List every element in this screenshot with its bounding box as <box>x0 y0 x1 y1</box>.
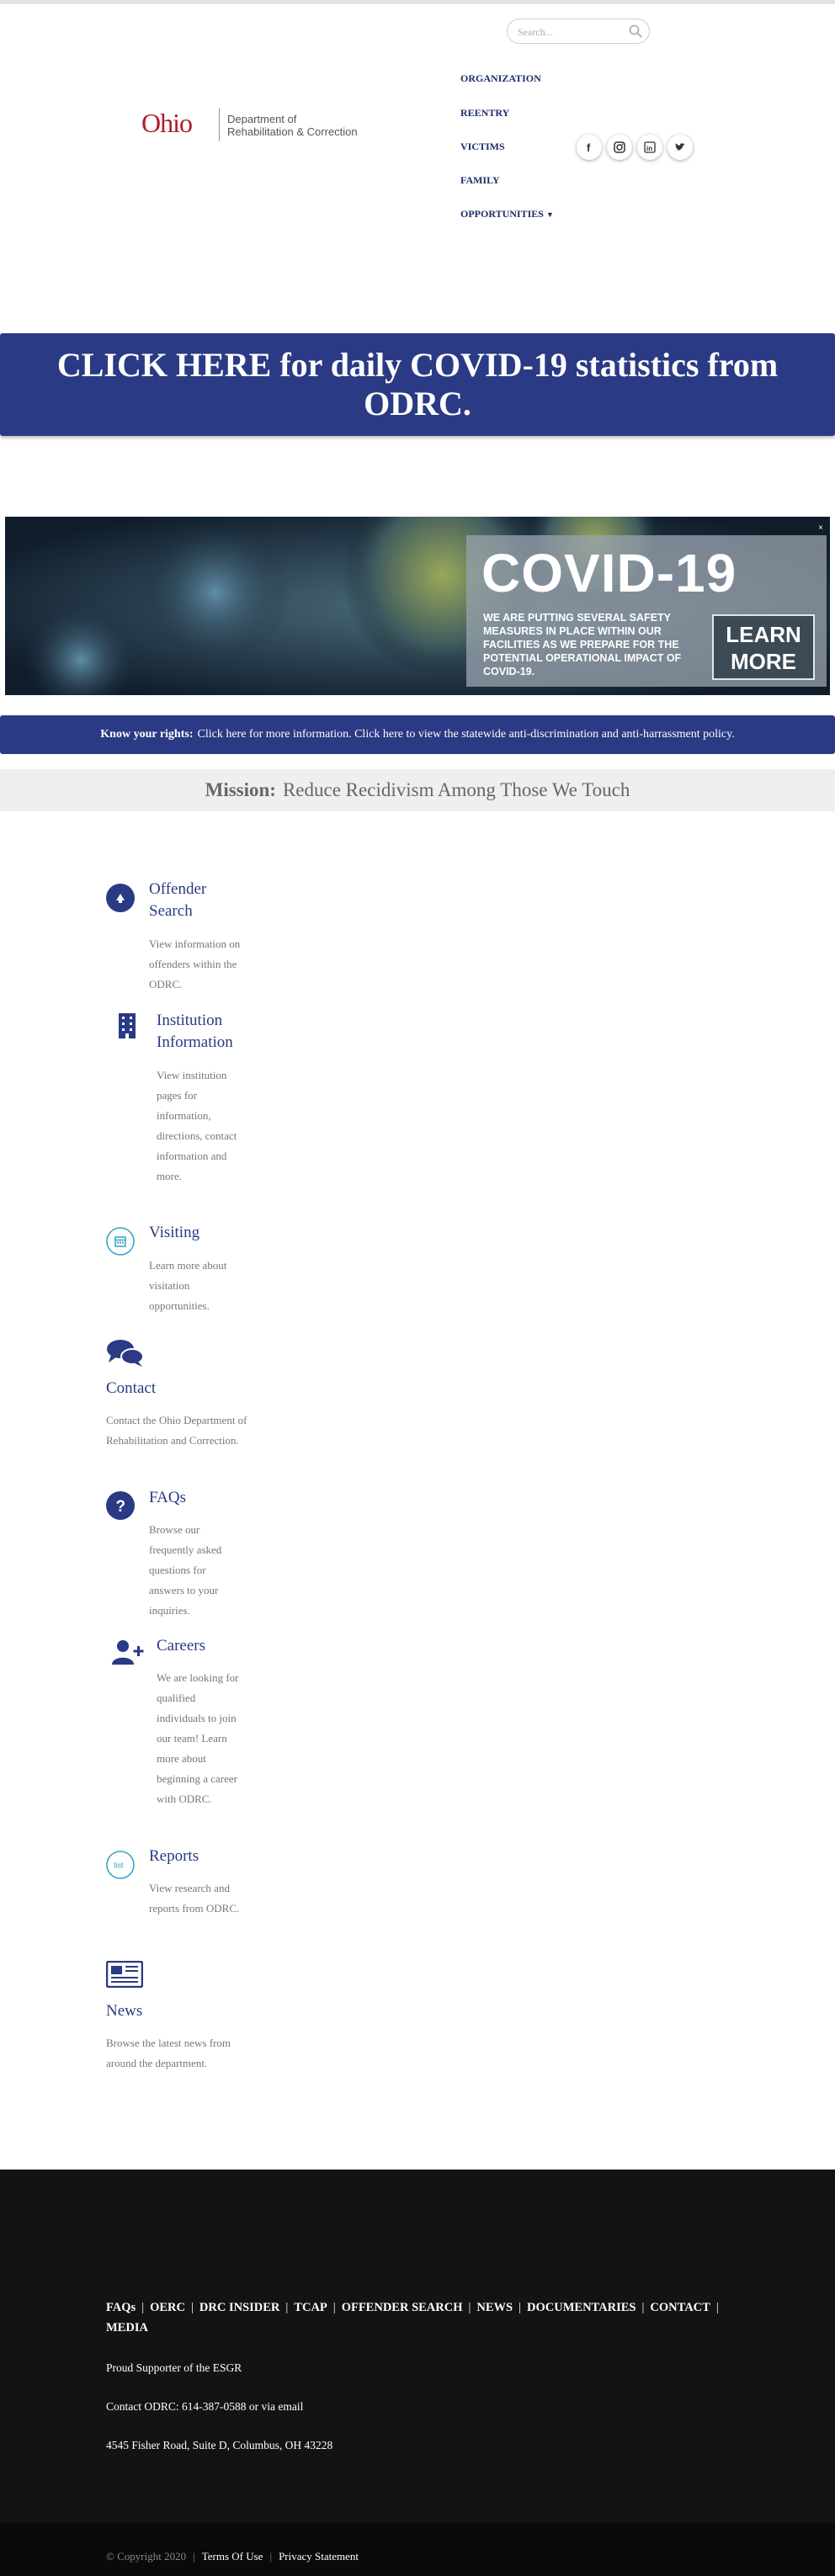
service-description: Learn more about visitation opportunitie… <box>149 1259 227 1312</box>
service-title[interactable]: News <box>106 2000 199 2022</box>
footer-link-offender-search[interactable]: OFFENDER SEARCH <box>342 2301 463 2314</box>
nav-item-victims[interactable]: VICTIMS <box>460 141 505 153</box>
instagram-button[interactable] <box>607 135 632 160</box>
ohio-wordmark: Ohio <box>141 108 193 138</box>
service-title[interactable]: FAQs <box>149 1487 242 1509</box>
separator: | <box>269 2550 273 2563</box>
copyright-line: © Copyright 2020 | Terms Of Use | Privacy St… <box>106 2550 359 2563</box>
calendar-icon <box>106 1227 135 1256</box>
department-name-line2: Rehabilitation & Correction <box>227 125 358 138</box>
service-title[interactable]: Reports <box>149 1846 242 1867</box>
privacy-link[interactable]: Privacy Statement <box>279 2550 359 2563</box>
site-footer: FAQs | OERC | DRC INSIDER | TCAP | OFFENDER SEAR… <box>0 2170 835 2523</box>
service-title[interactable]: Institution Information <box>157 1010 249 1054</box>
footer-link-drc-insider[interactable]: DRC INSIDER <box>199 2301 279 2314</box>
footer-link-news[interactable]: NEWS <box>476 2301 513 2314</box>
svg-text:?: ? <box>116 1498 126 1516</box>
instagram-icon <box>614 141 625 153</box>
service-title[interactable]: Careers <box>157 1635 249 1657</box>
covid-hero-slide[interactable]: COVID-19 WE ARE PUTTING SEVERAL SAFETY M… <box>5 517 830 695</box>
footer-link-documentaries[interactable]: DOCUMENTARIES <box>527 2301 636 2314</box>
list-icon: list <box>106 1851 135 1879</box>
linkedin-button[interactable]: in <box>637 135 662 160</box>
service-description: We are looking for qualified individuals… <box>157 1671 239 1805</box>
separator: | <box>141 2301 145 2314</box>
search-input[interactable] <box>516 24 629 40</box>
footer-esgr: Proud Supporter of the ESGR <box>106 2361 242 2374</box>
nav-item-organization[interactable]: ORGANIZATION <box>460 72 541 85</box>
top-stripe <box>0 0 835 4</box>
offender-search-icon <box>106 884 135 912</box>
svg-text:f: f <box>587 141 591 153</box>
footer-link-faqs[interactable]: FAQs <box>106 2301 136 2314</box>
question-icon: ? <box>106 1491 135 1520</box>
hero-headline: COVID-19 <box>481 543 737 603</box>
service-title[interactable]: Visiting <box>149 1222 242 1244</box>
nav-item-opportunities[interactable]: OPPORTUNITIES ▼ <box>460 208 554 220</box>
rights-label: Know your rights: <box>100 728 194 741</box>
footer-address: 4545 Fisher Road, Suite D, Columbus, OH … <box>106 2439 333 2451</box>
twitter-icon <box>675 143 685 151</box>
mission-label: Mission: <box>205 779 276 800</box>
footer-links: FAQs | OERC | DRC INSIDER | TCAP | OFFENDER SEAR… <box>106 2297 729 2338</box>
service-description: Browse the latest news from around the d… <box>106 2037 231 2069</box>
footer-link-media[interactable]: MEDIA <box>106 2321 148 2334</box>
newspaper-icon <box>106 1961 143 1988</box>
know-your-rights-banner[interactable]: Know your rights: Click here for more in… <box>0 715 835 754</box>
hero-subtext: WE ARE PUTTING SEVERAL SAFETY MEASURES I… <box>483 612 682 677</box>
covid-banner-text: CLICK HERE for daily COVID-19 statistics… <box>56 346 779 422</box>
learn-more-button[interactable]: LEARN MORE <box>712 614 815 680</box>
service-title[interactable]: Offender Search <box>149 879 233 922</box>
separator: | <box>332 2301 336 2314</box>
svg-text:list: list <box>114 1862 124 1870</box>
logo-divider <box>219 108 220 141</box>
search-box[interactable] <box>507 19 650 44</box>
service-description: View information on offenders within the… <box>149 937 241 991</box>
add-user-icon <box>112 1640 144 1665</box>
odrc-logo[interactable]: Ohio Department of Rehabilitation & Corr… <box>141 104 394 146</box>
service-description: Contact the Ohio Department of Rehabilit… <box>106 1414 247 1447</box>
copyright-text: © Copyright 2020 <box>106 2550 187 2563</box>
separator: | <box>285 2301 289 2314</box>
facebook-button[interactable]: f <box>577 135 602 160</box>
mission-statement: Mission: Reduce Recidivism Among Those W… <box>0 769 835 811</box>
twitter-button[interactable] <box>667 135 693 160</box>
svg-text:in: in <box>646 145 652 152</box>
service-description: View research and reports from ODRC. <box>149 1882 240 1915</box>
learn-more-line1: LEARN <box>726 622 801 647</box>
caret-down-icon: ▼ <box>545 210 554 219</box>
learn-more-line2: MORE <box>731 649 796 674</box>
footer-contact[interactable]: Contact ODRC: 614-387-0588 or via email <box>106 2400 303 2414</box>
covid-statistics-banner[interactable]: CLICK HERE for daily COVID-19 statistics… <box>0 333 835 436</box>
separator: | <box>641 2301 645 2314</box>
footer-link-contact[interactable]: CONTACT <box>650 2301 710 2314</box>
nav-item-opportunities-label: OPPORTUNITIES <box>460 208 544 220</box>
copyright-bar: © Copyright 2020 | Terms Of Use | Privacy St… <box>0 2523 835 2576</box>
separator: | <box>468 2301 471 2314</box>
chat-icon <box>107 1340 144 1367</box>
service-description: View institution pages for information, … <box>157 1069 237 1182</box>
service-description: Browse our frequently asked questions fo… <box>149 1523 222 1617</box>
nav-item-reentry[interactable]: REENTRY <box>460 107 509 120</box>
search-icon[interactable] <box>629 24 642 38</box>
service-title[interactable]: Contact <box>106 1378 199 1400</box>
mission-text: Reduce Recidivism Among Those We Touch <box>282 779 630 800</box>
separator: | <box>191 2301 194 2314</box>
building-icon <box>119 1013 136 1038</box>
department-name: Department of Rehabilitation & Correctio… <box>227 113 358 138</box>
close-icon[interactable]: × <box>818 523 823 533</box>
department-name-line1: Department of <box>227 113 297 125</box>
footer-link-oerc[interactable]: OERC <box>150 2301 185 2314</box>
rights-text: Click here for more information. Click h… <box>197 728 735 741</box>
separator: | <box>193 2550 195 2563</box>
nav-item-family[interactable]: FAMILY <box>460 174 500 187</box>
separator: | <box>715 2301 719 2314</box>
separator: | <box>519 2301 522 2314</box>
terms-link[interactable]: Terms Of Use <box>202 2550 263 2563</box>
linkedin-icon: in <box>644 141 656 153</box>
footer-link-tcap[interactable]: TCAP <box>294 2301 327 2314</box>
facebook-icon: f <box>587 141 591 153</box>
